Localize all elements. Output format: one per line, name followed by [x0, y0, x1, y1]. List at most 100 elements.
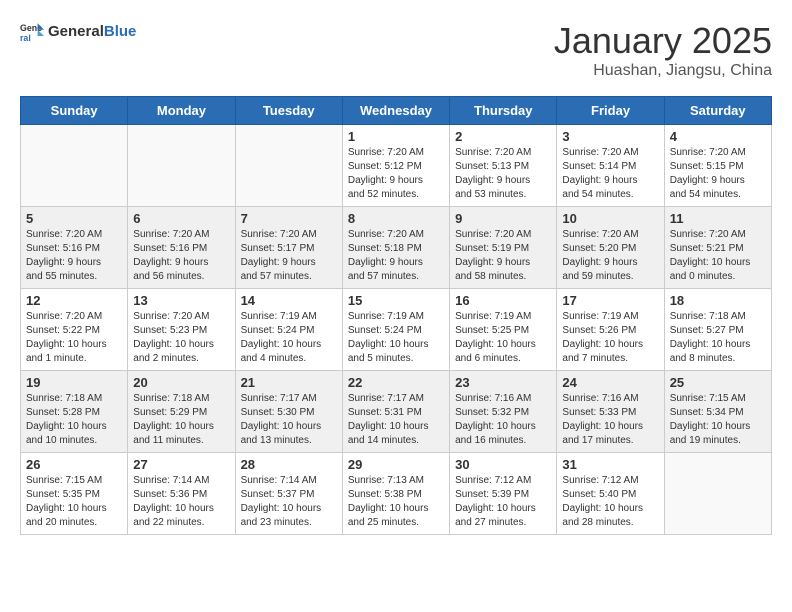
logo: Gene ral GeneralBlue [20, 20, 136, 44]
calendar-cell [21, 125, 128, 207]
day-number: 12 [26, 293, 122, 308]
day-number: 11 [670, 211, 766, 226]
calendar-cell: 22 Sunrise: 7:17 AM Sunset: 5:31 PM Dayli… [342, 371, 449, 453]
day-info: Sunrise: 7:18 AM Sunset: 5:27 PM Dayligh… [670, 310, 766, 366]
day-number: 13 [133, 293, 229, 308]
logo-general: General [48, 23, 104, 40]
calendar-cell: 14 Sunrise: 7:19 AM Sunset: 5:24 PM Dayli… [235, 289, 342, 371]
calendar-cell: 11 Sunrise: 7:20 AM Sunset: 5:21 PM Dayli… [664, 207, 771, 289]
day-number: 16 [455, 293, 551, 308]
day-number: 4 [670, 129, 766, 144]
day-number: 7 [241, 211, 337, 226]
day-number: 26 [26, 457, 122, 472]
day-info: Sunrise: 7:20 AM Sunset: 5:20 PM Dayligh… [562, 228, 658, 284]
day-number: 23 [455, 375, 551, 390]
day-info: Sunrise: 7:20 AM Sunset: 5:13 PM Dayligh… [455, 146, 551, 202]
calendar-cell: 17 Sunrise: 7:19 AM Sunset: 5:26 PM Dayli… [557, 289, 664, 371]
day-info: Sunrise: 7:19 AM Sunset: 5:25 PM Dayligh… [455, 310, 551, 366]
day-info: Sunrise: 7:20 AM Sunset: 5:21 PM Dayligh… [670, 228, 766, 284]
calendar-week-row: 19Sunrise: 7:18 AM Sunset: 5:28 PM Dayli… [21, 371, 772, 453]
calendar-cell [128, 125, 235, 207]
day-info: Sunrise: 7:20 AM Sunset: 5:19 PM Dayligh… [455, 228, 551, 284]
day-info: Sunrise: 7:19 AM Sunset: 5:26 PM Dayligh… [562, 310, 658, 366]
day-number: 30 [455, 457, 551, 472]
day-info: Sunrise: 7:20 AM Sunset: 5:17 PM Dayligh… [241, 228, 337, 284]
day-info: Sunrise: 7:12 AM Sunset: 5:40 PM Dayligh… [562, 474, 658, 530]
day-number: 31 [562, 457, 658, 472]
day-info: Sunrise: 7:20 AM Sunset: 5:16 PM Dayligh… [26, 228, 122, 284]
calendar-cell: 12 Sunrise: 7:20 AM Sunset: 5:22 PM Dayli… [21, 289, 128, 371]
calendar-cell: 1 Sunrise: 7:20 AM Sunset: 5:12 PM Daylig… [342, 125, 449, 207]
calendar-week-row: 26 Sunrise: 7:15 AM Sunset: 5:35 PM Dayli… [21, 453, 772, 535]
calendar-cell: 15Sunrise: 7:19 AM Sunset: 5:24 PM Dayli… [342, 289, 449, 371]
day-info: Sunrise: 7:15 AM Sunset: 5:34 PM Dayligh… [670, 392, 766, 448]
day-info: Sunrise: 7:18 AM Sunset: 5:29 PM Dayligh… [133, 392, 229, 448]
calendar-cell: 26 Sunrise: 7:15 AM Sunset: 5:35 PM Dayli… [21, 453, 128, 535]
title-area: January 2025 Huashan, Jiangsu, China [554, 20, 772, 80]
calendar-cell: 24Sunrise: 7:16 AM Sunset: 5:33 PM Dayli… [557, 371, 664, 453]
day-number: 25 [670, 375, 766, 390]
weekday-header-sunday: Sunday [21, 97, 128, 125]
day-info: Sunrise: 7:16 AM Sunset: 5:33 PM Dayligh… [562, 392, 658, 448]
calendar-cell: 7 Sunrise: 7:20 AM Sunset: 5:17 PM Daylig… [235, 207, 342, 289]
calendar-cell: 9Sunrise: 7:20 AM Sunset: 5:19 PM Daylig… [450, 207, 557, 289]
calendar-cell: 30 Sunrise: 7:12 AM Sunset: 5:39 PM Dayli… [450, 453, 557, 535]
weekday-header-monday: Monday [128, 97, 235, 125]
day-info: Sunrise: 7:20 AM Sunset: 5:22 PM Dayligh… [26, 310, 122, 366]
day-info: Sunrise: 7:12 AM Sunset: 5:39 PM Dayligh… [455, 474, 551, 530]
calendar-cell: 18 Sunrise: 7:18 AM Sunset: 5:27 PM Dayli… [664, 289, 771, 371]
day-number: 18 [670, 293, 766, 308]
weekday-header-wednesday: Wednesday [342, 97, 449, 125]
weekday-header-saturday: Saturday [664, 97, 771, 125]
calendar-cell: 4Sunrise: 7:20 AM Sunset: 5:15 PM Daylig… [664, 125, 771, 207]
day-number: 6 [133, 211, 229, 226]
calendar-cell: 8 Sunrise: 7:20 AM Sunset: 5:18 PM Daylig… [342, 207, 449, 289]
calendar-cell: 23Sunrise: 7:16 AM Sunset: 5:32 PM Dayli… [450, 371, 557, 453]
calendar-cell: 13 Sunrise: 7:20 AM Sunset: 5:23 PM Dayli… [128, 289, 235, 371]
day-info: Sunrise: 7:17 AM Sunset: 5:31 PM Dayligh… [348, 392, 444, 448]
day-info: Sunrise: 7:15 AM Sunset: 5:35 PM Dayligh… [26, 474, 122, 530]
day-number: 1 [348, 129, 444, 144]
header: Gene ral GeneralBlue January 2025 Huasha… [20, 20, 772, 80]
weekday-header-thursday: Thursday [450, 97, 557, 125]
calendar-cell: 20Sunrise: 7:18 AM Sunset: 5:29 PM Dayli… [128, 371, 235, 453]
calendar-cell: 3Sunrise: 7:20 AM Sunset: 5:14 PM Daylig… [557, 125, 664, 207]
logo-text: GeneralBlue [48, 24, 136, 41]
day-info: Sunrise: 7:20 AM Sunset: 5:12 PM Dayligh… [348, 146, 444, 202]
day-info: Sunrise: 7:18 AM Sunset: 5:28 PM Dayligh… [26, 392, 122, 448]
calendar-cell: 25 Sunrise: 7:15 AM Sunset: 5:34 PM Dayli… [664, 371, 771, 453]
day-info: Sunrise: 7:13 AM Sunset: 5:38 PM Dayligh… [348, 474, 444, 530]
day-number: 22 [348, 375, 444, 390]
calendar-cell: 21Sunrise: 7:17 AM Sunset: 5:30 PM Dayli… [235, 371, 342, 453]
weekday-header-row: SundayMondayTuesdayWednesdayThursdayFrid… [21, 97, 772, 125]
logo-icon: Gene ral [20, 20, 44, 44]
calendar-cell: 5 Sunrise: 7:20 AM Sunset: 5:16 PM Daylig… [21, 207, 128, 289]
day-info: Sunrise: 7:20 AM Sunset: 5:16 PM Dayligh… [133, 228, 229, 284]
day-number: 27 [133, 457, 229, 472]
day-number: 28 [241, 457, 337, 472]
calendar-subtitle: Huashan, Jiangsu, China [554, 62, 772, 80]
calendar-cell: 2 Sunrise: 7:20 AM Sunset: 5:13 PM Daylig… [450, 125, 557, 207]
logo-blue: Blue [104, 23, 137, 40]
calendar-cell: 16 Sunrise: 7:19 AM Sunset: 5:25 PM Dayli… [450, 289, 557, 371]
day-number: 10 [562, 211, 658, 226]
calendar-cell: 27Sunrise: 7:14 AM Sunset: 5:36 PM Dayli… [128, 453, 235, 535]
day-number: 14 [241, 293, 337, 308]
day-number: 8 [348, 211, 444, 226]
calendar-cell [235, 125, 342, 207]
calendar-table: SundayMondayTuesdayWednesdayThursdayFrid… [20, 96, 772, 535]
calendar-week-row: 5 Sunrise: 7:20 AM Sunset: 5:16 PM Daylig… [21, 207, 772, 289]
day-number: 2 [455, 129, 551, 144]
day-number: 5 [26, 211, 122, 226]
calendar-week-row: 12 Sunrise: 7:20 AM Sunset: 5:22 PM Dayli… [21, 289, 772, 371]
day-info: Sunrise: 7:20 AM Sunset: 5:23 PM Dayligh… [133, 310, 229, 366]
weekday-header-tuesday: Tuesday [235, 97, 342, 125]
day-info: Sunrise: 7:19 AM Sunset: 5:24 PM Dayligh… [241, 310, 337, 366]
weekday-header-friday: Friday [557, 97, 664, 125]
day-info: Sunrise: 7:20 AM Sunset: 5:18 PM Dayligh… [348, 228, 444, 284]
day-number: 3 [562, 129, 658, 144]
day-number: 17 [562, 293, 658, 308]
day-number: 21 [241, 375, 337, 390]
calendar-cell: 6 Sunrise: 7:20 AM Sunset: 5:16 PM Daylig… [128, 207, 235, 289]
calendar-cell [664, 453, 771, 535]
